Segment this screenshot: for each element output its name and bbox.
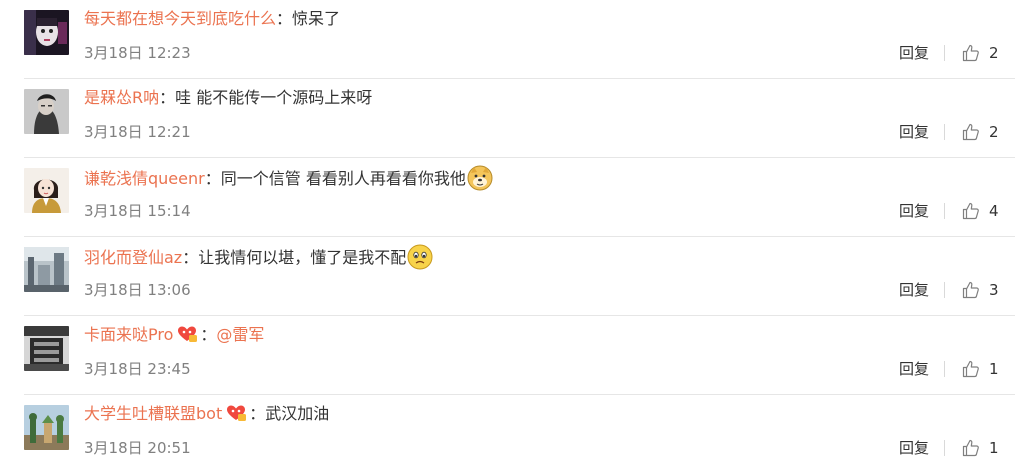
- comment-text: 武汉加油: [265, 404, 330, 423]
- comment-time: 3月18日 12:23: [84, 44, 191, 62]
- thumbs-up-icon: [962, 360, 979, 378]
- like-button[interactable]: 3: [961, 279, 999, 301]
- comment-actions: 回复 4: [899, 200, 999, 222]
- doge-emoji-icon: [467, 165, 493, 191]
- comment-actions: 回复 3: [899, 279, 999, 301]
- comment-username[interactable]: 羽化而登仙az: [84, 248, 182, 267]
- comment-username[interactable]: 每天都在想今天到底吃什么: [84, 9, 276, 28]
- reply-button[interactable]: 回复: [899, 42, 929, 64]
- thumbs-up-icon: [962, 281, 979, 299]
- avatar[interactable]: [24, 405, 69, 450]
- comment-time: 3月18日 12:21: [84, 123, 191, 141]
- colon: ：: [204, 169, 221, 188]
- action-divider: [944, 361, 945, 377]
- sad-emoji-icon: [407, 244, 433, 270]
- like-count: 2: [989, 44, 999, 62]
- comment-item: 羽化而登仙az：让我情何以堪，懂了是我不配 3月18日 13:06 回复 3: [0, 237, 1025, 316]
- thumbs-up-icon: [962, 44, 979, 62]
- colon: ：: [159, 88, 176, 107]
- comment-actions: 回复 2: [899, 121, 999, 143]
- comment-list: 每天都在想今天到底吃什么：惊呆了 3月18日 12:23 回复 2 是槑怂R呐：…: [0, 0, 1025, 474]
- comment-username[interactable]: 是槑怂R呐: [84, 88, 159, 107]
- thumbs-up-icon: [962, 202, 979, 220]
- action-divider: [944, 282, 945, 298]
- like-button[interactable]: 1: [961, 358, 999, 380]
- vip-badge-icon: [226, 404, 247, 422]
- comment-actions: 回复 2: [899, 42, 999, 64]
- comment-item: 谦乾浅倩queenr：同一个信管 看看别人再看看你我他 3月18日 15:14 …: [0, 158, 1025, 237]
- comment-item: 大学生吐槽联盟bot ：武汉加油 3月18日 20:51 回复 1: [0, 395, 1025, 474]
- comment-mention[interactable]: @雷军: [216, 325, 264, 344]
- colon: ：: [182, 248, 199, 267]
- action-divider: [944, 45, 945, 61]
- reply-button[interactable]: 回复: [899, 279, 929, 301]
- comment-text: 让我情何以堪，懂了是我不配: [198, 248, 407, 267]
- comment-username[interactable]: 卡面来哒Pro: [84, 325, 173, 344]
- avatar[interactable]: [24, 247, 69, 292]
- comment-username[interactable]: 大学生吐槽联盟bot: [84, 404, 222, 423]
- comment-item: 每天都在想今天到底吃什么：惊呆了 3月18日 12:23 回复 2: [0, 0, 1025, 79]
- reply-button[interactable]: 回复: [899, 358, 929, 380]
- comment-time: 3月18日 23:45: [84, 360, 191, 378]
- like-button[interactable]: 2: [961, 121, 999, 143]
- reply-button[interactable]: 回复: [899, 121, 929, 143]
- comment-item: 卡面来哒Pro ：@雷军 3月18日 23:45 回复 1: [0, 316, 1025, 395]
- action-divider: [944, 440, 945, 456]
- like-button[interactable]: 4: [961, 200, 999, 222]
- like-count: 2: [989, 123, 999, 141]
- like-count: 3: [989, 281, 999, 299]
- comment-text: 同一个信管 看看别人再看看你我他: [220, 169, 466, 188]
- avatar[interactable]: [24, 168, 69, 213]
- vip-badge-icon: [177, 325, 198, 343]
- reply-button[interactable]: 回复: [899, 200, 929, 222]
- like-count: 4: [989, 202, 999, 220]
- like-count: 1: [989, 439, 999, 457]
- comment-actions: 回复 1: [899, 437, 999, 459]
- like-count: 1: [989, 360, 999, 378]
- comment-time: 3月18日 20:51: [84, 439, 191, 457]
- action-divider: [944, 124, 945, 140]
- comment-actions: 回复 1: [899, 358, 999, 380]
- avatar[interactable]: [24, 89, 69, 134]
- reply-button[interactable]: 回复: [899, 437, 929, 459]
- comment-text: 惊呆了: [292, 9, 341, 28]
- avatar[interactable]: [24, 10, 69, 55]
- colon: ：: [249, 404, 266, 423]
- comment-time: 3月18日 15:14: [84, 202, 191, 220]
- colon: ：: [200, 325, 217, 344]
- like-button[interactable]: 2: [961, 42, 999, 64]
- action-divider: [944, 203, 945, 219]
- avatar[interactable]: [24, 326, 69, 371]
- comment-username[interactable]: 谦乾浅倩queenr: [84, 169, 205, 188]
- comment-time: 3月18日 13:06: [84, 281, 191, 299]
- comment-text: 哇 能不能传一个源码上来呀: [175, 88, 373, 107]
- thumbs-up-icon: [962, 439, 979, 457]
- comment-item: 是槑怂R呐：哇 能不能传一个源码上来呀 3月18日 12:21 回复 2: [0, 79, 1025, 158]
- like-button[interactable]: 1: [961, 437, 999, 459]
- colon: ：: [276, 9, 293, 28]
- thumbs-up-icon: [962, 123, 979, 141]
